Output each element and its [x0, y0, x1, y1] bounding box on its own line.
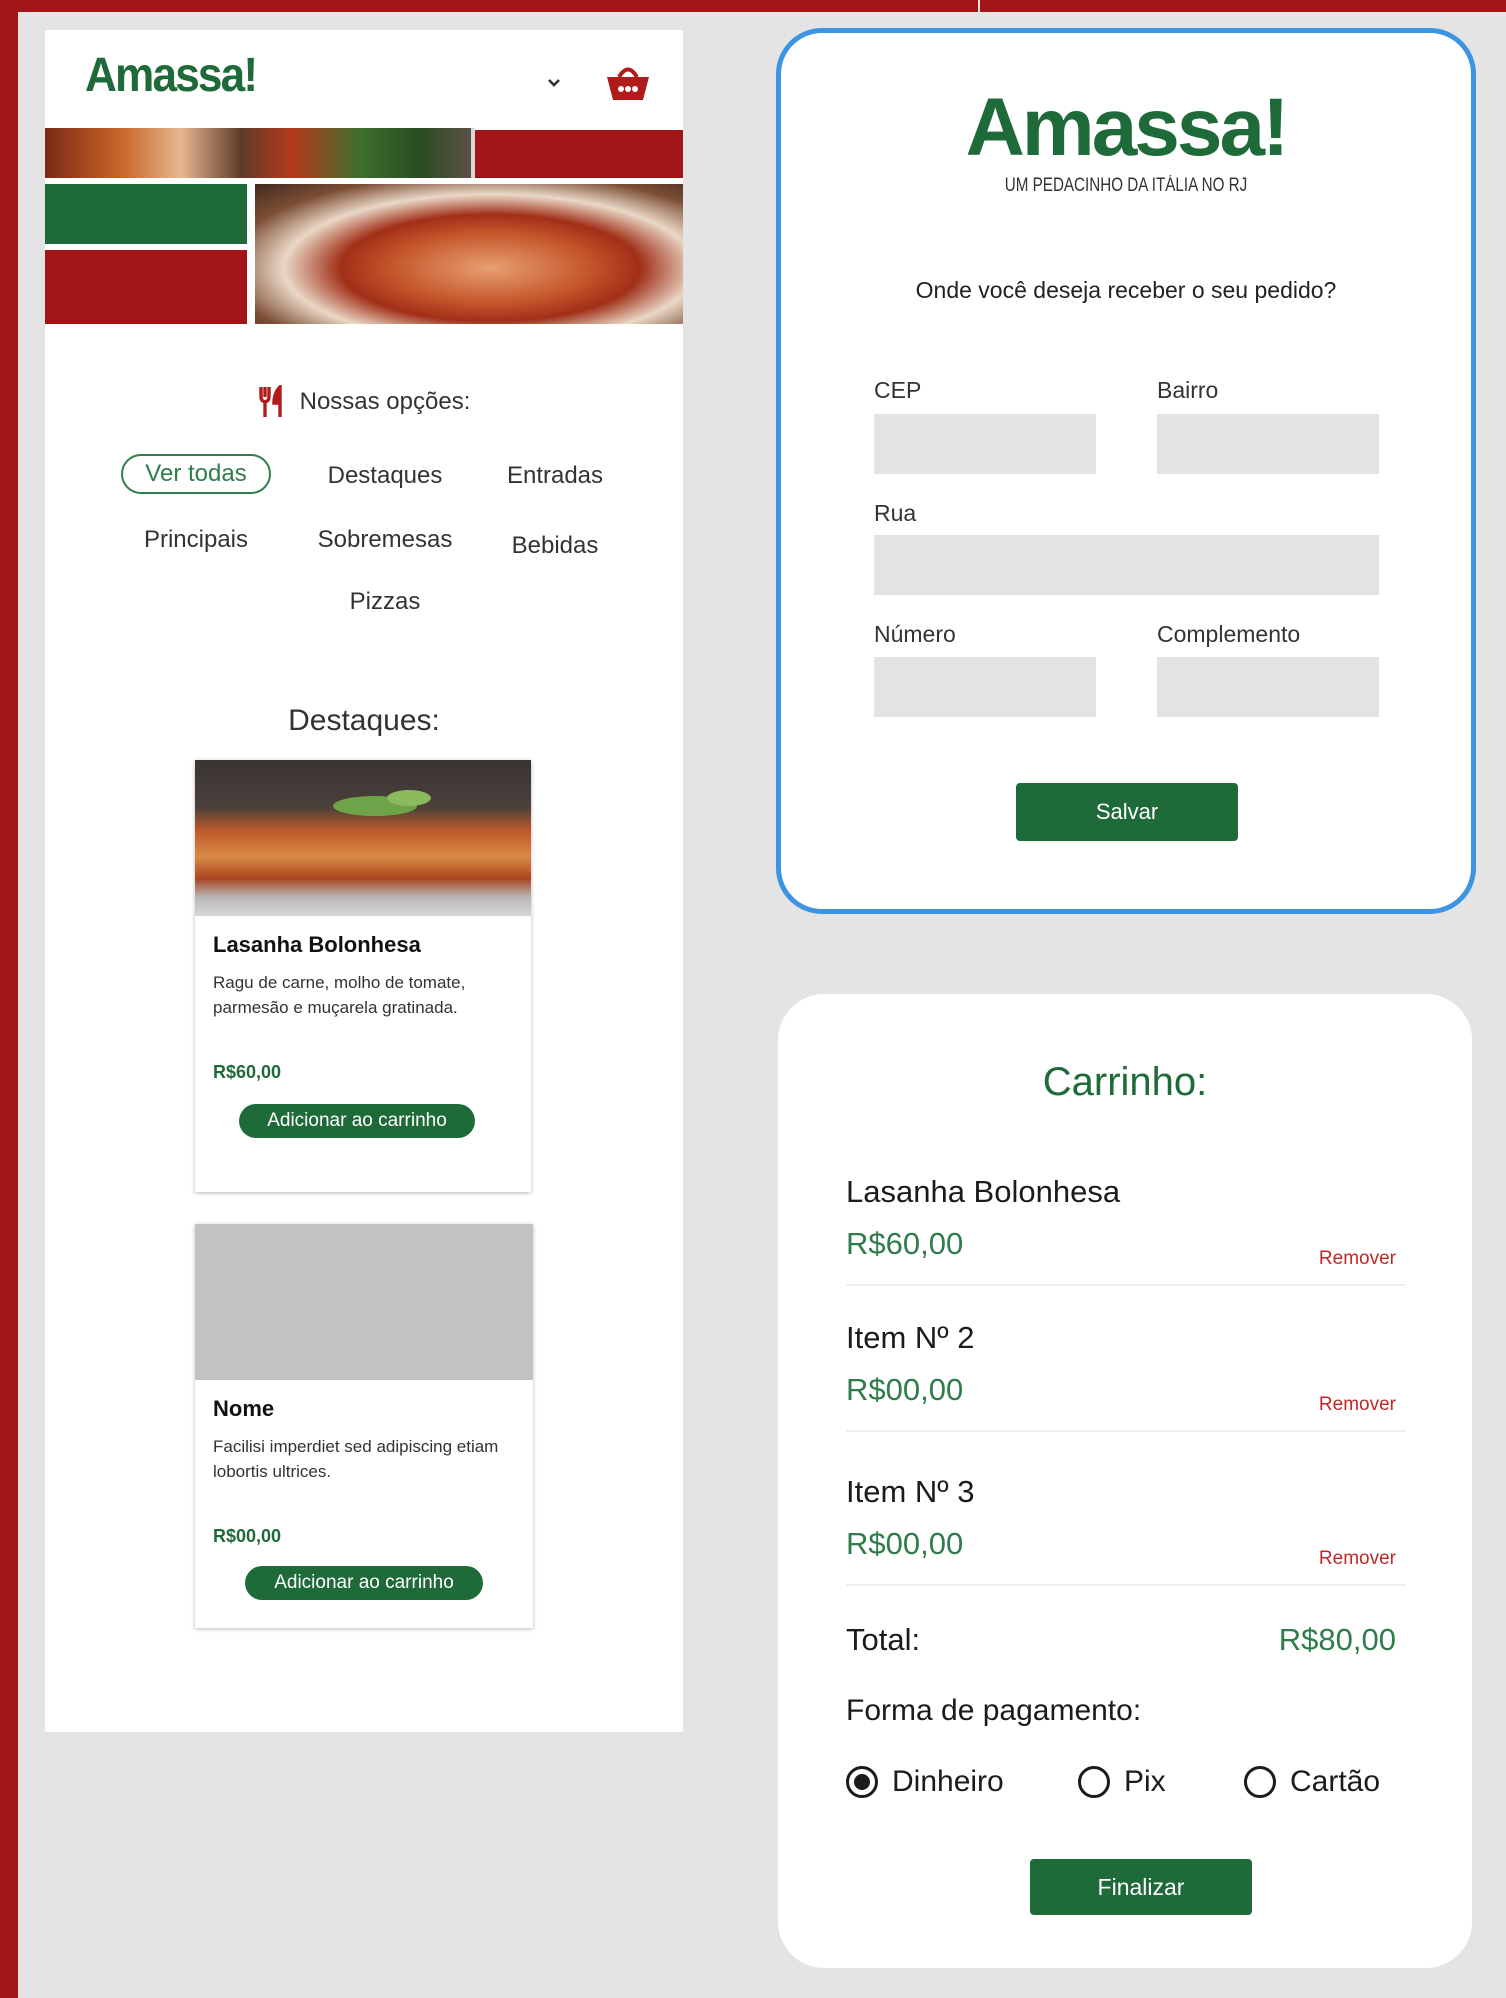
cep-label: CEP [874, 377, 922, 403]
chevron-down-icon[interactable] [539, 68, 569, 98]
category-sobremesas[interactable]: Sobremesas [295, 520, 475, 560]
basket-icon[interactable] [603, 60, 653, 104]
remove-item-button[interactable]: Remover [1308, 1394, 1396, 1416]
category-principais[interactable]: Principais [121, 520, 271, 560]
remove-item-button[interactable]: Remover [1308, 1548, 1396, 1570]
radio-unselected-icon[interactable] [1078, 1766, 1110, 1798]
menu-screen: Amassa! Nossas opções: Ver todas Destaqu… [45, 30, 683, 1732]
total-label: Total: [846, 1622, 921, 1657]
product-price: R$00,00 [213, 1526, 282, 1546]
remove-item-button[interactable]: Remover [1308, 1248, 1396, 1270]
hero-green-block [45, 184, 247, 244]
product-price: R$60,00 [213, 1062, 282, 1082]
left-accent-bar [0, 0, 18, 1998]
add-to-cart-button[interactable]: Adicionar ao carrinho [245, 1566, 483, 1600]
rua-input[interactable] [874, 535, 1379, 595]
cart-item-name: Item Nº 3 [846, 1474, 975, 1509]
cep-input[interactable] [874, 414, 1096, 474]
product-description: Ragu de carne, molho de tomate, parmesão… [213, 973, 466, 1017]
radio-unselected-icon[interactable] [1244, 1766, 1276, 1798]
highlights-title: Destaques: [288, 704, 440, 737]
delivery-question: Onde você deseja receber o seu pedido? [915, 277, 1337, 303]
fork-knife-icon [258, 382, 286, 419]
product-name: Nome [213, 1396, 275, 1421]
brand-logo[interactable]: Amassa! [85, 48, 258, 103]
total-value: R$80,00 [1278, 1622, 1396, 1657]
product-description: Facilisi imperdiet sed adipiscing etiam … [213, 1437, 499, 1481]
product-card: Nome Facilisi imperdiet sed adipiscing e… [195, 1224, 533, 1628]
radio-selected-icon[interactable] [846, 1766, 878, 1798]
cart-title: Carrinho: [1042, 1060, 1208, 1104]
hero-red-block-bottom [45, 250, 247, 324]
category-ver-todas[interactable]: Ver todas [121, 454, 271, 494]
brand-tagline: UM PEDACINHO DA ITÁLIA NO RJ [1004, 175, 1248, 196]
product-image-lasagna [195, 760, 531, 916]
add-to-cart-button[interactable]: Adicionar ao carrinho [239, 1104, 475, 1138]
category-destaques[interactable]: Destaques [295, 456, 475, 496]
complemento-label: Complemento [1157, 621, 1301, 647]
cart-item-price: R$60,00 [846, 1226, 964, 1261]
payment-option-label: Dinheiro [892, 1765, 1004, 1798]
cart-item-divider [846, 1584, 1406, 1586]
address-modal: Amassa! UM PEDACINHO DA ITÁLIA NO RJ Ond… [776, 28, 1476, 914]
options-title: Nossas opções: [45, 382, 683, 422]
cart-item-divider [846, 1430, 1406, 1432]
save-button[interactable]: Salvar [1016, 783, 1238, 841]
bairro-label: Bairro [1157, 377, 1219, 403]
cart-item-price: R$00,00 [846, 1526, 964, 1561]
finish-order-button[interactable]: Finalizar [1030, 1859, 1252, 1915]
hero-red-block-top [475, 130, 683, 178]
app-header: Amassa! [45, 30, 683, 128]
product-image-placeholder [195, 1224, 533, 1380]
payment-option-pix[interactable]: Pix [1078, 1762, 1166, 1802]
cart-item-price: R$00,00 [846, 1372, 964, 1407]
product-name: Lasanha Bolonhesa [213, 932, 421, 957]
cart-item-name: Lasanha Bolonhesa [846, 1174, 1121, 1209]
brand-logo-large: Amassa! [965, 82, 1290, 173]
rua-label: Rua [874, 500, 917, 526]
payment-option-dinheiro[interactable]: Dinheiro [846, 1762, 1004, 1802]
hero-photo-top [45, 128, 471, 178]
cart-panel: Carrinho: Lasanha Bolonhesa R$60,00 Remo… [778, 994, 1472, 1968]
payment-label: Forma de pagamento: [846, 1694, 1142, 1727]
top-accent-divider [978, 0, 980, 12]
complemento-input[interactable] [1157, 657, 1379, 717]
top-accent-bar [0, 0, 1506, 12]
numero-input[interactable] [874, 657, 1096, 717]
options-title-text: Nossas opções: [299, 388, 471, 415]
payment-option-label: Pix [1124, 1765, 1166, 1798]
hero-banner [45, 128, 683, 324]
category-entradas[interactable]: Entradas [485, 456, 625, 496]
payment-option-label: Cartão [1290, 1765, 1381, 1798]
category-bebidas[interactable]: Bebidas [485, 526, 625, 566]
payment-option-cartao[interactable]: Cartão [1244, 1762, 1380, 1802]
numero-label: Número [874, 621, 956, 647]
cart-item-name: Item Nº 2 [846, 1320, 975, 1355]
category-pizzas[interactable]: Pizzas [295, 582, 475, 622]
product-card: Lasanha Bolonhesa Ragu de carne, molho d… [195, 760, 531, 1192]
cart-item-divider [846, 1284, 1406, 1286]
bairro-input[interactable] [1157, 414, 1379, 474]
hero-photo-pasta [255, 184, 683, 324]
